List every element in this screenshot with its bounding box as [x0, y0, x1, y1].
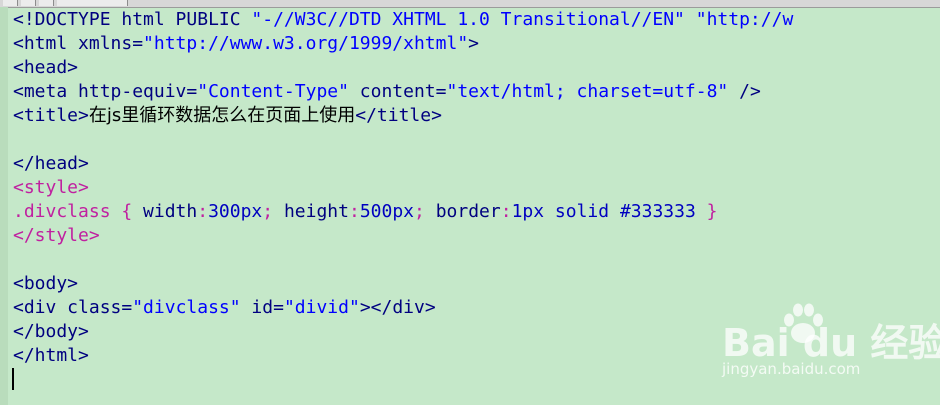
code-token: id= [240, 297, 284, 318]
editor-window: <!DOCTYPE html PUBLIC "-//W3C//DTD XHTML… [0, 0, 940, 405]
code-token: : [197, 201, 209, 222]
code-token: <title> [13, 105, 89, 126]
code-token: : [500, 201, 512, 222]
text-caret [12, 368, 14, 390]
code-line[interactable]: </body> [13, 320, 793, 344]
code-line[interactable]: <div class="divclass" id="divid"></div> [13, 296, 793, 320]
code-token: "http://w [695, 9, 794, 30]
code-token: "http://www.w3.org/1999/xhtml" [143, 33, 469, 54]
code-token: 300px [208, 201, 263, 222]
code-token: width [143, 201, 198, 222]
code-line[interactable]: <html xmlns="http://www.w3.org/1999/xhtm… [13, 32, 793, 56]
code-token: content= [348, 81, 447, 102]
code-token: ></div> [359, 297, 436, 318]
code-token: .divclass { [13, 201, 144, 222]
code-token: <style> [13, 177, 89, 198]
code-token: : [348, 201, 360, 222]
code-token: <head> [13, 57, 79, 78]
code-line[interactable] [13, 368, 793, 392]
code-lines: <!DOCTYPE html PUBLIC "-//W3C//DTD XHTML… [13, 8, 793, 392]
code-token: <html xmlns= [13, 33, 144, 54]
code-line[interactable]: <meta http-equiv="Content-Type" content=… [13, 80, 793, 104]
code-token: 在js里循环数据怎么在页面上使用 [88, 105, 356, 126]
code-token: </style> [13, 225, 100, 246]
watermark-url: jingyan.baidu.com [722, 360, 861, 378]
code-token: /> [728, 81, 761, 102]
code-token: "divid" [283, 297, 360, 318]
code-token: "Content-Type" [197, 81, 349, 102]
code-token: > [468, 33, 479, 54]
code-token: <!DOCTYPE html PUBLIC [13, 9, 252, 30]
code-token: </body> [13, 321, 89, 342]
code-token: } [695, 201, 718, 222]
code-token: <div class= [13, 297, 133, 318]
editor-gutter [0, 7, 8, 405]
code-line[interactable] [13, 248, 793, 272]
code-token: border [435, 201, 501, 222]
code-line[interactable]: <style> [13, 176, 793, 200]
code-token: </head> [13, 153, 89, 174]
code-token: "text/html; charset=utf-8" [446, 81, 729, 102]
code-token: ; [262, 201, 284, 222]
code-token: <body> [13, 273, 79, 294]
toolbar-button[interactable] [57, 0, 128, 6]
code-line[interactable]: <title>在js里循环数据怎么在页面上使用</title> [13, 104, 793, 128]
code-line[interactable]: </head> [13, 152, 793, 176]
toolbar-button[interactable] [39, 0, 54, 6]
watermark-logo-text: Bai du 经验 [722, 321, 940, 365]
code-token: "-//W3C//DTD XHTML 1.0 Transitional//EN" [251, 9, 685, 30]
code-token: 500px [359, 201, 415, 222]
code-token: ; [414, 201, 436, 222]
toolbar-button[interactable] [21, 0, 36, 6]
code-line[interactable]: <head> [13, 56, 793, 80]
toolbar-button[interactable] [3, 0, 18, 6]
code-token: 1px solid #333333 [511, 201, 696, 222]
code-line[interactable]: <!DOCTYPE html PUBLIC "-//W3C//DTD XHTML… [13, 8, 793, 32]
code-line[interactable]: .divclass { width:300px; height:500px; b… [13, 200, 793, 224]
code-token: </html> [13, 345, 89, 366]
code-line[interactable]: <body> [13, 272, 793, 296]
baidu-jingyan-watermark: Bai du 经验 jingyan.baidu.com [722, 298, 940, 388]
code-token: <meta http-equiv= [13, 81, 198, 102]
code-line[interactable]: </html> [13, 344, 793, 368]
code-line[interactable] [13, 128, 793, 152]
code-token: </title> [355, 105, 442, 126]
code-line[interactable]: </style> [13, 224, 793, 248]
code-token: "divclass" [132, 297, 241, 318]
code-token: height [283, 201, 349, 222]
